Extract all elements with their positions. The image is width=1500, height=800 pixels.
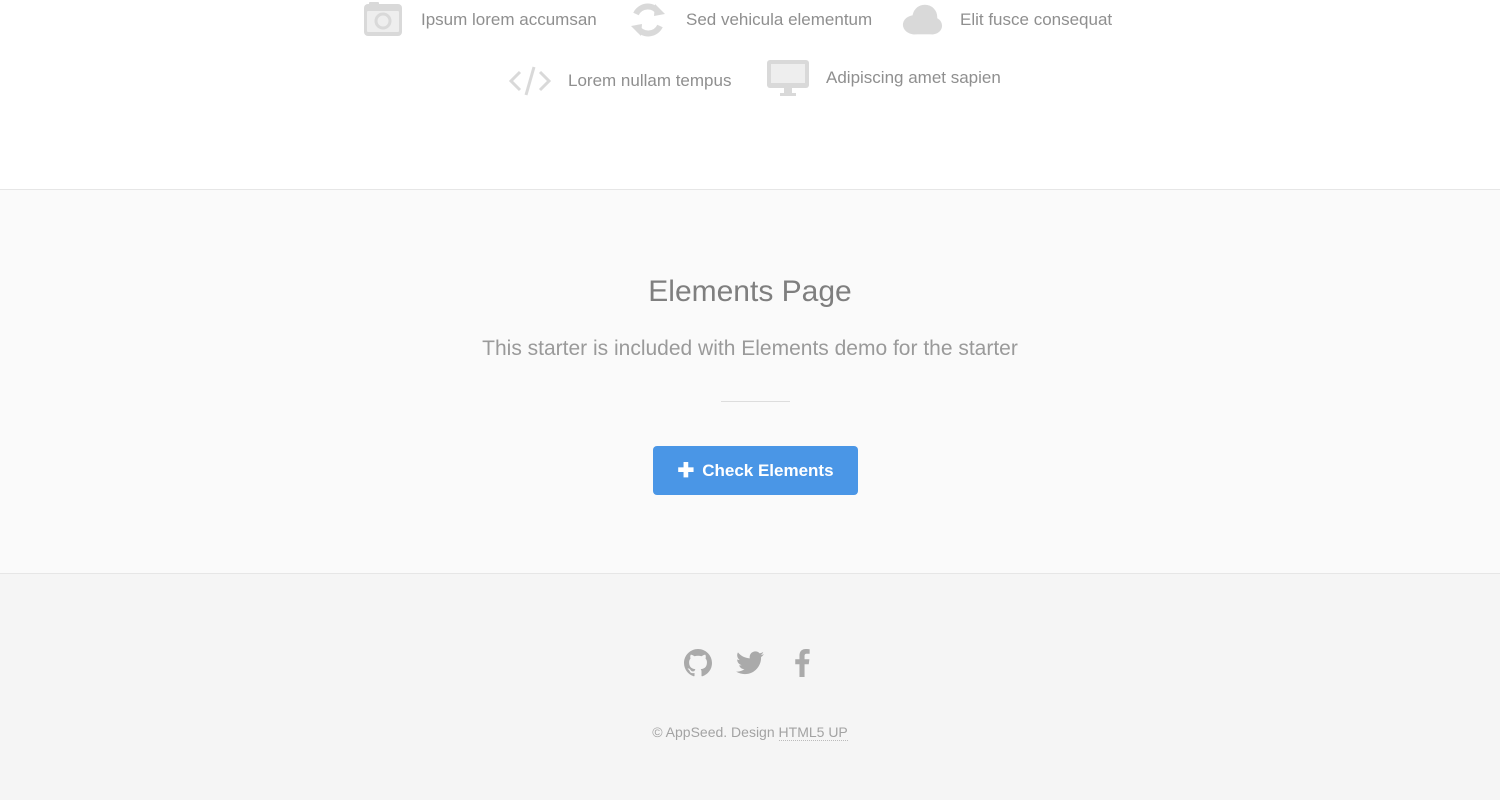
facebook-link[interactable] (787, 648, 817, 682)
feature-item: Lorem nullam tempus (509, 61, 731, 101)
feature-item: Ipsum lorem accumsan (362, 0, 597, 40)
divider (721, 401, 790, 402)
copyright-text: © AppSeed. Design (652, 724, 775, 740)
code-icon (509, 61, 551, 101)
social-links (0, 648, 1500, 682)
footer: © AppSeed. Design HTML5 UP (0, 574, 1500, 800)
html5up-link[interactable]: HTML5 UP (778, 724, 848, 741)
features-section: Ipsum lorem accumsan Sed vehicula elemen… (0, 0, 1500, 190)
feature-label: Sed vehicula elementum (686, 10, 873, 29)
button-label: Check Elements (702, 460, 834, 480)
twitter-icon (736, 650, 764, 680)
cta-section: Elements Page This starter is included w… (0, 190, 1500, 574)
feature-label: Elit fusce consequat (960, 10, 1113, 29)
feature-label: Lorem nullam tempus (568, 71, 732, 90)
feature-label: Adipiscing amet sapien (826, 68, 1001, 87)
camera-icon (362, 0, 404, 40)
plus-icon: ✚ (677, 459, 695, 482)
github-icon (684, 648, 712, 682)
desktop-icon (767, 58, 809, 98)
copyright: © AppSeed. Design HTML5 UP (0, 724, 1500, 741)
check-elements-button[interactable]: ✚ Check Elements (653, 446, 858, 495)
twitter-link[interactable] (735, 650, 765, 680)
feature-item: Elit fusce consequat (901, 0, 1112, 40)
feature-label: Ipsum lorem accumsan (421, 10, 597, 29)
page-subtitle: This starter is included with Elements d… (482, 337, 1018, 360)
feature-item: Adipiscing amet sapien (767, 58, 1001, 98)
cloud-icon (901, 0, 943, 40)
github-link[interactable] (683, 648, 713, 682)
facebook-icon (793, 648, 811, 682)
feature-item: Sed vehicula elementum (627, 0, 872, 40)
page-title: Elements Page (648, 275, 852, 308)
refresh-icon (627, 0, 669, 40)
